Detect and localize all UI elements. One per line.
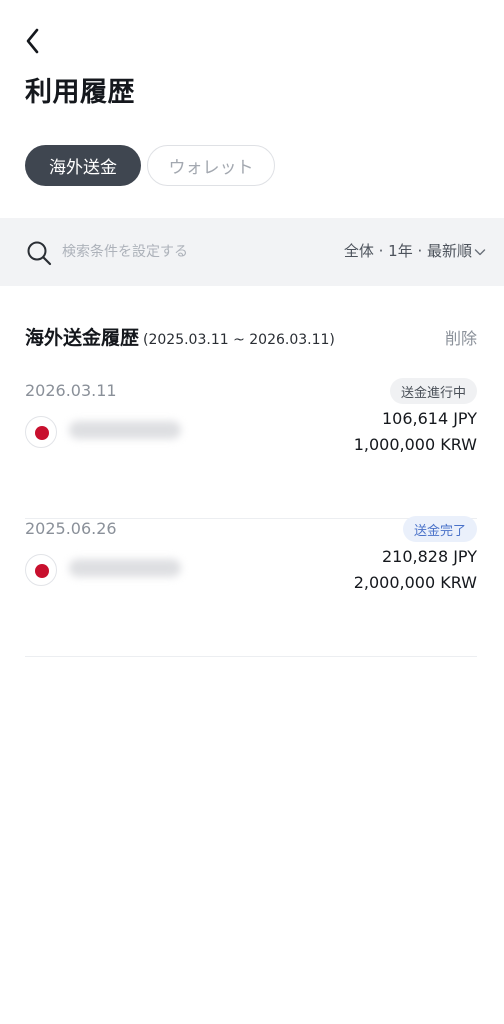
page-title: 利用履歴 xyxy=(25,77,135,108)
amount-jpy: 210,828 JPY xyxy=(381,547,477,566)
section-heading: 海外送金履歴 (2025.03.11 ~ 2026.03.11) xyxy=(25,323,335,350)
tab-bar: 海外送金 ウォレット xyxy=(25,145,275,186)
delete-button[interactable]: 削除 xyxy=(445,325,477,349)
filter-summary[interactable]: 全体 · 1年 · 最新順 xyxy=(344,240,472,261)
search-icon xyxy=(27,241,52,266)
transaction-row[interactable]: 2026.03.11 送金進行中 106,614 JPY 1,000,000 K… xyxy=(25,378,477,519)
tab-wallet[interactable]: ウォレット xyxy=(147,145,275,186)
japan-flag-icon xyxy=(25,554,57,586)
japan-flag-icon xyxy=(25,416,57,448)
tab-overseas-remittance[interactable]: 海外送金 xyxy=(25,145,141,186)
search-filter-bar[interactable]: 検索条件を設定する 全体 · 1年 · 最新順 xyxy=(0,218,504,286)
section-title: 海外送金履歴 xyxy=(25,327,140,349)
amount-krw: 1,000,000 KRW xyxy=(353,435,477,454)
transaction-row[interactable]: 2025.06.26 送金完了 210,828 JPY 2,000,000 KR… xyxy=(25,516,477,657)
transaction-date: 2025.06.26 xyxy=(25,519,117,538)
status-badge: 送金完了 xyxy=(402,516,477,542)
transaction-date: 2026.03.11 xyxy=(25,381,117,400)
amount-krw: 2,000,000 KRW xyxy=(353,573,477,592)
search-placeholder: 検索条件を設定する xyxy=(62,244,188,260)
chevron-left-icon xyxy=(26,28,39,54)
amount-jpy: 106,614 JPY xyxy=(381,409,477,428)
chevron-down-icon xyxy=(474,249,486,256)
recipient-name-blurred xyxy=(69,421,181,439)
status-badge: 送金進行中 xyxy=(389,378,477,404)
section-date-range: (2025.03.11 ~ 2026.03.11) xyxy=(143,332,335,348)
back-button[interactable] xyxy=(20,26,46,56)
recipient-name-blurred xyxy=(69,559,181,577)
